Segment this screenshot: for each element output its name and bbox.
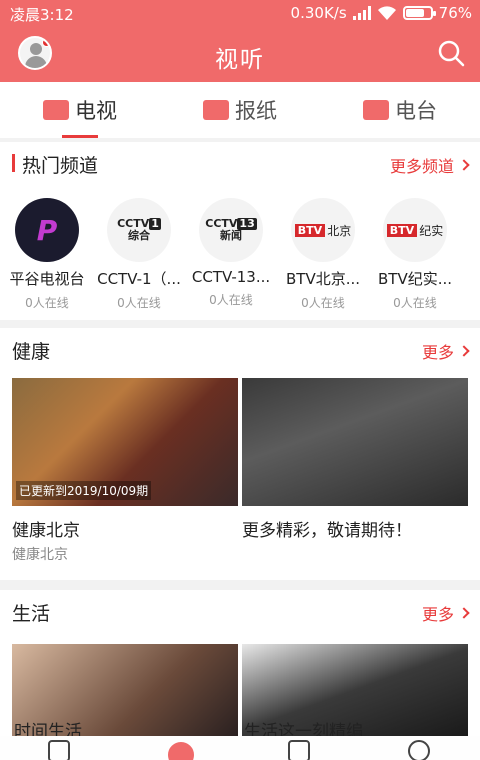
card-title[interactable]: 健康北京 bbox=[12, 516, 80, 541]
channel-name: 平谷电视台 bbox=[9, 270, 85, 288]
logo-sub: 北京 bbox=[327, 223, 352, 238]
tab-tv[interactable]: 电视 bbox=[0, 82, 160, 138]
tab-bar: 电视 报纸 电台 bbox=[0, 82, 480, 138]
more-link[interactable]: 更多 bbox=[421, 601, 470, 625]
update-badge: 已更新到2019/10/09期 bbox=[16, 481, 152, 500]
app-header: 视听 bbox=[0, 28, 480, 82]
card-title: 时间生活 bbox=[14, 722, 82, 736]
channel-item[interactable]: BTV 北京 BTV北京... 0人在线 bbox=[276, 198, 370, 311]
tab-label: 报纸 bbox=[235, 99, 277, 123]
logo-text: P bbox=[36, 213, 58, 247]
logo-num: 1 bbox=[149, 217, 161, 230]
health-header: 健康 更多 bbox=[0, 328, 480, 370]
video-thumbnail[interactable]: 时间生活 bbox=[12, 644, 238, 736]
more-channels-link[interactable]: 更多频道 bbox=[389, 153, 470, 177]
home-icon[interactable] bbox=[48, 740, 70, 760]
tv-icon bbox=[43, 100, 69, 120]
channel-list: P 平谷电视台 0人在线 CCTV 1 综合 CCTV-1（... 0人在线 CCT… bbox=[0, 192, 480, 312]
life-header: 生活 更多 bbox=[0, 590, 480, 632]
tab-newspaper[interactable]: 报纸 bbox=[160, 82, 320, 138]
channel-name: CCTV-1（... bbox=[97, 270, 181, 288]
video-thumbnail[interactable]: 已更新到2019/10/09期 bbox=[12, 378, 238, 506]
card-title: 生活这一刻精编 bbox=[244, 722, 363, 736]
channel-logo: P bbox=[15, 198, 79, 262]
section-title: 健康 bbox=[12, 341, 51, 363]
hot-channels-header: 热门频道 更多频道 bbox=[0, 142, 480, 184]
card-title[interactable]: 更多精彩，敬请期待！ bbox=[242, 516, 412, 541]
battery-percent: 76% bbox=[438, 4, 472, 22]
signal-icon bbox=[352, 6, 371, 20]
channel-item[interactable]: CCTV 13 新闻 CCTV-13... 0人在线 bbox=[184, 198, 278, 308]
section-marker bbox=[12, 154, 15, 172]
wifi-icon bbox=[377, 6, 396, 20]
bottom-nav bbox=[0, 736, 480, 760]
section-title: 生活 bbox=[12, 603, 51, 625]
network-speed: 0.30K/s bbox=[290, 4, 347, 22]
channel-name: CCTV-13... bbox=[191, 268, 271, 286]
channel-name: BTV纪实... bbox=[377, 270, 453, 288]
logo-main: BTV bbox=[386, 223, 418, 237]
more-label: 更多 bbox=[421, 605, 454, 624]
channel-logo: BTV 北京 bbox=[291, 198, 355, 262]
channel-name: BTV北京... bbox=[285, 270, 361, 288]
more-link[interactable]: 更多 bbox=[421, 339, 470, 363]
active-tab-indicator bbox=[62, 135, 98, 138]
more-label: 更多 bbox=[421, 343, 454, 362]
chevron-right-icon bbox=[458, 159, 470, 171]
logo-sub: 新闻 bbox=[219, 229, 242, 242]
hot-channels-section: 热门频道 更多频道 P 平谷电视台 0人在线 CCTV 1 综合 CCTV-1（..… bbox=[0, 142, 480, 320]
logo-main: BTV bbox=[294, 223, 326, 237]
card-subtitle: 健康北京 bbox=[12, 547, 68, 563]
health-section: 健康 更多 已更新到2019/10/09期 健康北京 健康北京 更多精彩，敬请期… bbox=[0, 328, 480, 580]
channel-logo: CCTV 1 综合 bbox=[107, 198, 171, 262]
tab-label: 电台 bbox=[395, 99, 437, 123]
logo-sub: 综合 bbox=[127, 229, 150, 242]
newspaper-icon bbox=[203, 100, 229, 120]
page-title: 视听 bbox=[215, 47, 265, 73]
battery-level bbox=[405, 9, 424, 17]
channel-logo: CCTV 13 新闻 bbox=[199, 198, 263, 262]
life-section: 生活 更多 时间生活 生活这一刻精编 bbox=[0, 590, 480, 736]
channel-item[interactable]: P 平谷电视台 0人在线 bbox=[0, 198, 94, 311]
search-icon[interactable] bbox=[436, 38, 466, 68]
channel-online-count: 0人在线 bbox=[393, 296, 437, 310]
video-icon[interactable] bbox=[288, 740, 310, 760]
logo-sub: 纪实 bbox=[419, 223, 444, 238]
more-label: 更多频道 bbox=[389, 157, 454, 176]
section-title: 热门频道 bbox=[22, 155, 99, 177]
radio-icon bbox=[363, 100, 389, 120]
status-bar: 凌晨3:12 0.30K/s 76% bbox=[0, 0, 480, 28]
channel-item[interactable]: BTV 纪实 BTV纪实... 0人在线 bbox=[368, 198, 462, 311]
listen-icon[interactable] bbox=[168, 742, 194, 760]
video-thumbnail[interactable] bbox=[242, 378, 468, 506]
channel-online-count: 0人在线 bbox=[25, 296, 69, 310]
tab-label: 电视 bbox=[75, 99, 117, 123]
chevron-right-icon bbox=[458, 345, 470, 357]
channel-item[interactable]: CCTV 1 综合 CCTV-1（... 0人在线 bbox=[92, 198, 186, 311]
battery-icon bbox=[402, 6, 436, 20]
chevron-right-icon bbox=[458, 607, 470, 619]
channel-online-count: 0人在线 bbox=[301, 296, 345, 310]
channel-logo: BTV 纪实 bbox=[383, 198, 447, 262]
channel-online-count: 0人在线 bbox=[209, 293, 253, 307]
video-thumbnail[interactable]: 生活这一刻精编 bbox=[242, 644, 468, 736]
discover-icon[interactable] bbox=[408, 740, 430, 760]
channel-online-count: 0人在线 bbox=[117, 296, 161, 310]
tab-radio[interactable]: 电台 bbox=[320, 82, 480, 138]
status-time: 凌晨3:12 bbox=[10, 6, 74, 24]
